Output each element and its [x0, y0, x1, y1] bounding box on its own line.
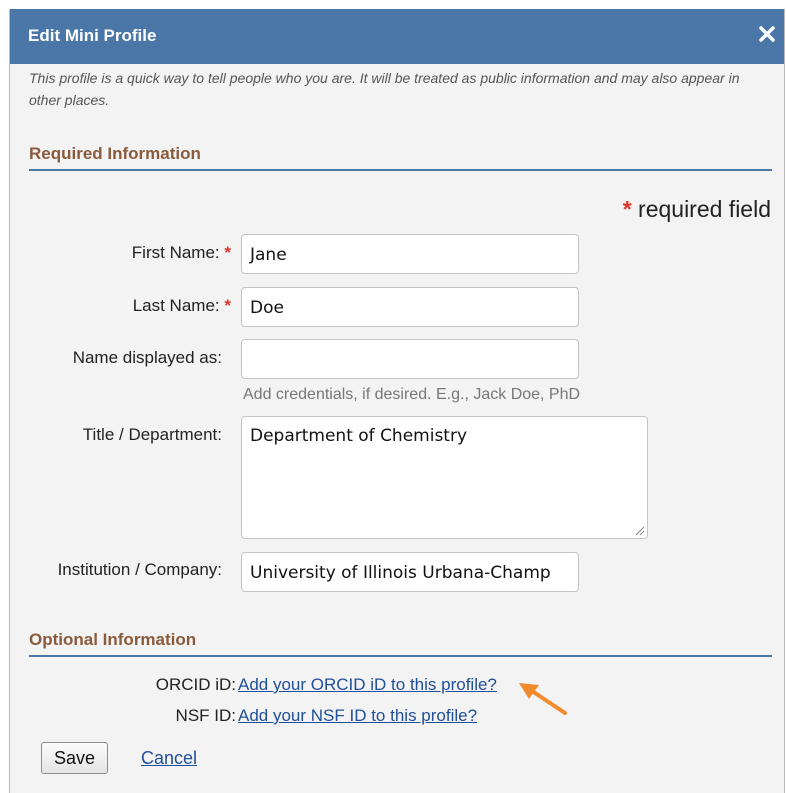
required-star-icon: * [622, 196, 632, 222]
last-name-label: Last Name: * [133, 296, 231, 316]
required-star-icon: * [224, 243, 231, 262]
dialog-title: Edit Mini Profile [28, 26, 157, 45]
dialog-titlebar: Edit Mini Profile [10, 9, 784, 64]
title-department-label: Title / Department: [82, 425, 222, 444]
save-button[interactable]: Save [41, 742, 108, 774]
required-star-icon: * [224, 296, 231, 315]
required-field-legend-text: required field [638, 196, 771, 222]
add-orcid-link[interactable]: Add your ORCID iD to this profile? [238, 675, 497, 695]
first-name-input[interactable]: Jane [241, 234, 579, 274]
required-section-divider [29, 169, 772, 171]
add-nsf-id-link[interactable]: Add your NSF ID to this profile? [238, 706, 477, 726]
institution-label: Institution / Company: [57, 560, 222, 579]
close-icon[interactable] [756, 23, 778, 45]
last-name-input[interactable]: Doe [241, 287, 579, 327]
edit-mini-profile-dialog: Edit Mini Profile This profile is a quic… [9, 9, 785, 793]
last-name-label-text: Last Name: [132, 296, 220, 315]
required-field-legend: * required field [623, 196, 771, 223]
first-name-label: First Name: * [132, 243, 231, 263]
cancel-link[interactable]: Cancel [141, 748, 197, 769]
title-department-textarea[interactable]: Department of Chemistry [241, 416, 648, 539]
nsf-id-label: NSF ID: [175, 706, 236, 725]
orcid-label: ORCID iD: [155, 675, 236, 694]
optional-information-heading: Optional Information [29, 630, 197, 649]
display-name-input[interactable] [241, 339, 579, 379]
institution-input[interactable]: University of Illinois Urbana-Champ [241, 552, 579, 592]
first-name-label-text: First Name: [131, 243, 220, 262]
institution-value: University of Illinois Urbana-Champ [250, 563, 551, 583]
annotation-arrow-icon [519, 683, 567, 715]
display-name-label: Name displayed as: [72, 348, 222, 367]
resize-grip-icon[interactable] [634, 525, 645, 536]
required-information-heading: Required Information [29, 144, 201, 163]
optional-section-divider [29, 655, 772, 657]
display-name-hint: Add credentials, if desired. E.g., Jack … [243, 386, 581, 403]
last-name-value: Doe [250, 298, 284, 318]
first-name-value: Jane [250, 245, 287, 265]
dialog-intro-text: This profile is a quick way to tell peop… [29, 70, 740, 108]
title-department-value: Department of Chemistry [250, 426, 468, 446]
